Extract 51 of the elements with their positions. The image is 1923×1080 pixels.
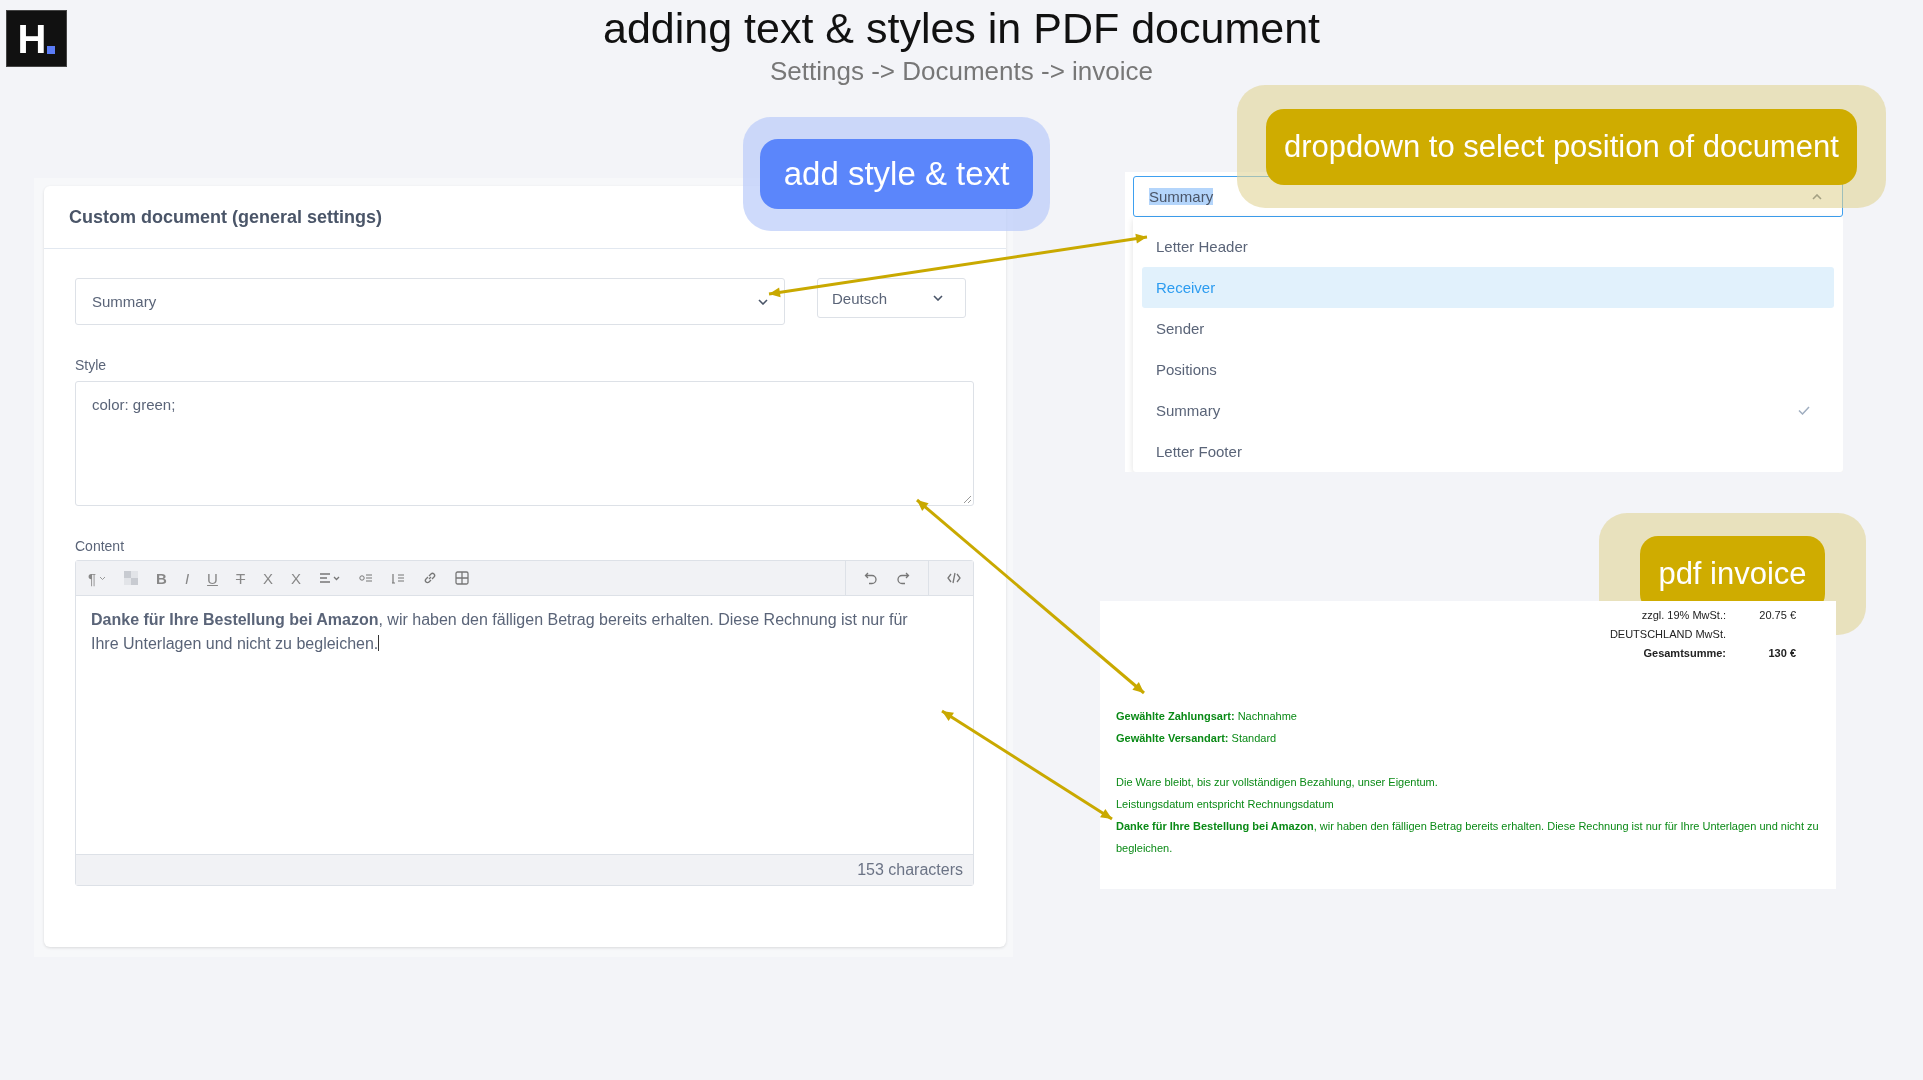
position-select[interactable]: Summary [75,278,785,325]
total-label: Gesamtsumme: [1643,647,1726,659]
callout-label: dropdown to select position of document [1266,108,1857,185]
page-subtitle: Settings -> Documents -> invoice [770,55,1153,88]
field-label: Style [75,357,108,373]
italic-button[interactable]: I [184,569,190,587]
subscript-button[interactable]: X [291,569,302,587]
paragraph-format-button[interactable]: ¶ [88,569,107,587]
rich-text-editor[interactable]: ¶ B I U T X X Danke für Ihre Bestellung bei Amazon, wir haben den fälligen Betrag bereits erhalten. Diese Rechnung ist nur für Ihre Unterlagen und nicht zu begleichen. 153 characters [75,560,974,886]
character-count: 153 characters [857,861,963,879]
invoice-text: Leistungsdatum entspricht Rechnungsdatum [1116,797,1335,812]
undo-icon[interactable] [864,571,878,585]
strikethrough-button[interactable]: T [235,569,246,587]
dropdown-option[interactable]: Letter Footer [1142,431,1834,472]
page-title: adding text & styles in PDF document [603,3,1320,54]
field-label: Content [75,538,126,554]
invoice-text: Die Ware bleibt, bis zur vollständigen Bezahlung, unser Eigentum. [1116,775,1439,790]
bullet-list-icon[interactable] [359,572,374,584]
caret-icon [99,575,107,581]
total-label: DEUTSCHLAND MwSt. [1609,628,1726,640]
underline-button[interactable]: U [207,569,218,587]
chevron-down-icon [758,298,768,305]
dropdown-option[interactable]: Positions [1142,349,1834,390]
align-icon[interactable] [319,572,342,584]
chevron-up-icon [1812,193,1822,200]
redo-icon[interactable] [896,571,910,585]
code-view-icon[interactable] [947,572,961,584]
card-title: Custom document (general settings) [69,206,383,228]
callout-label: add style & text [759,139,1034,209]
invoice-text: Gewählte Zahlungsart: Nachnahme [1116,709,1298,724]
link-icon[interactable] [423,571,438,585]
invoice-text: Gewählte Versandart: Standard [1116,731,1278,746]
superscript-button[interactable]: X [263,569,274,587]
dropdown-option[interactable]: Sender [1142,308,1834,349]
invoice-text: Danke für Ihre Bestellung bei Amazon, wir haben den fälligen Betrag bereits erhalten. Diese Rechnung ist nur für Ihre Unterlagen und nicht zu begleichen. [1116,819,1820,856]
square-icon [47,46,56,54]
total-amount: 130 € [1768,647,1796,659]
language-select[interactable]: Deutsch [817,278,966,318]
bold-button[interactable]: B [156,569,167,587]
logo: H [6,10,67,67]
dropdown-option[interactable]: Summary [1142,390,1834,431]
total-amount: 20.75 € [1759,609,1796,621]
dropdown-option[interactable]: Letter Header [1142,226,1834,267]
editor-text: Danke für Ihre Bestellung bei Amazon, wir haben den fälligen Betrag bereits erhalten. Diese Rechnung ist nur für Ihre Unterlagen und nicht zu begleichen. [91,610,909,654]
checkerboard-icon[interactable] [124,571,139,585]
table-icon[interactable] [455,571,470,585]
style-field[interactable]: color: green; [75,381,974,506]
total-label: zzgl. 19% MwSt.: [1641,609,1726,621]
numbered-list-icon[interactable] [391,572,406,584]
resize-handle-icon[interactable] [963,495,971,503]
chevron-down-icon [933,295,943,301]
